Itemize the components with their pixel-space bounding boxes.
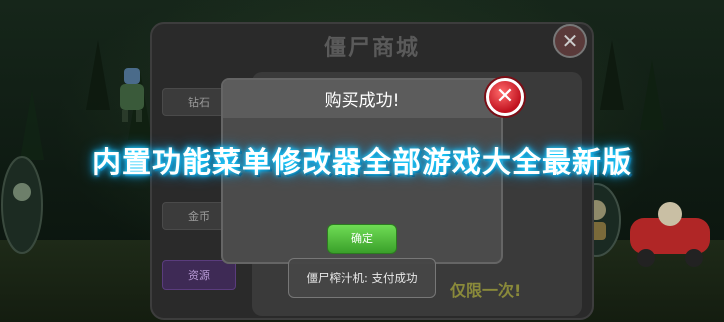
tree-decoration	[600, 40, 624, 110]
tab-resources[interactable]: 资源	[162, 260, 236, 290]
dialog-title: 购买成功!	[324, 91, 400, 111]
dialog-header: 购买成功!	[223, 80, 501, 118]
red-car-character	[630, 202, 710, 267]
tree-decoration	[86, 40, 110, 110]
limit-once-label: 仅限一次!	[450, 281, 522, 300]
tree-decoration	[640, 60, 664, 130]
payment-success-toast: 僵尸榨汁机: 支付成功	[288, 258, 436, 298]
dialog-close-icon[interactable]: ✕	[486, 78, 524, 116]
zombie-character	[120, 68, 144, 122]
promo-banner: 内置功能菜单修改器全部游戏大全最新版	[91, 145, 632, 179]
shop-title: 僵尸商城	[323, 36, 420, 61]
shop-close-icon[interactable]: ✕	[553, 24, 587, 58]
confirm-button[interactable]: 确定	[327, 224, 397, 254]
